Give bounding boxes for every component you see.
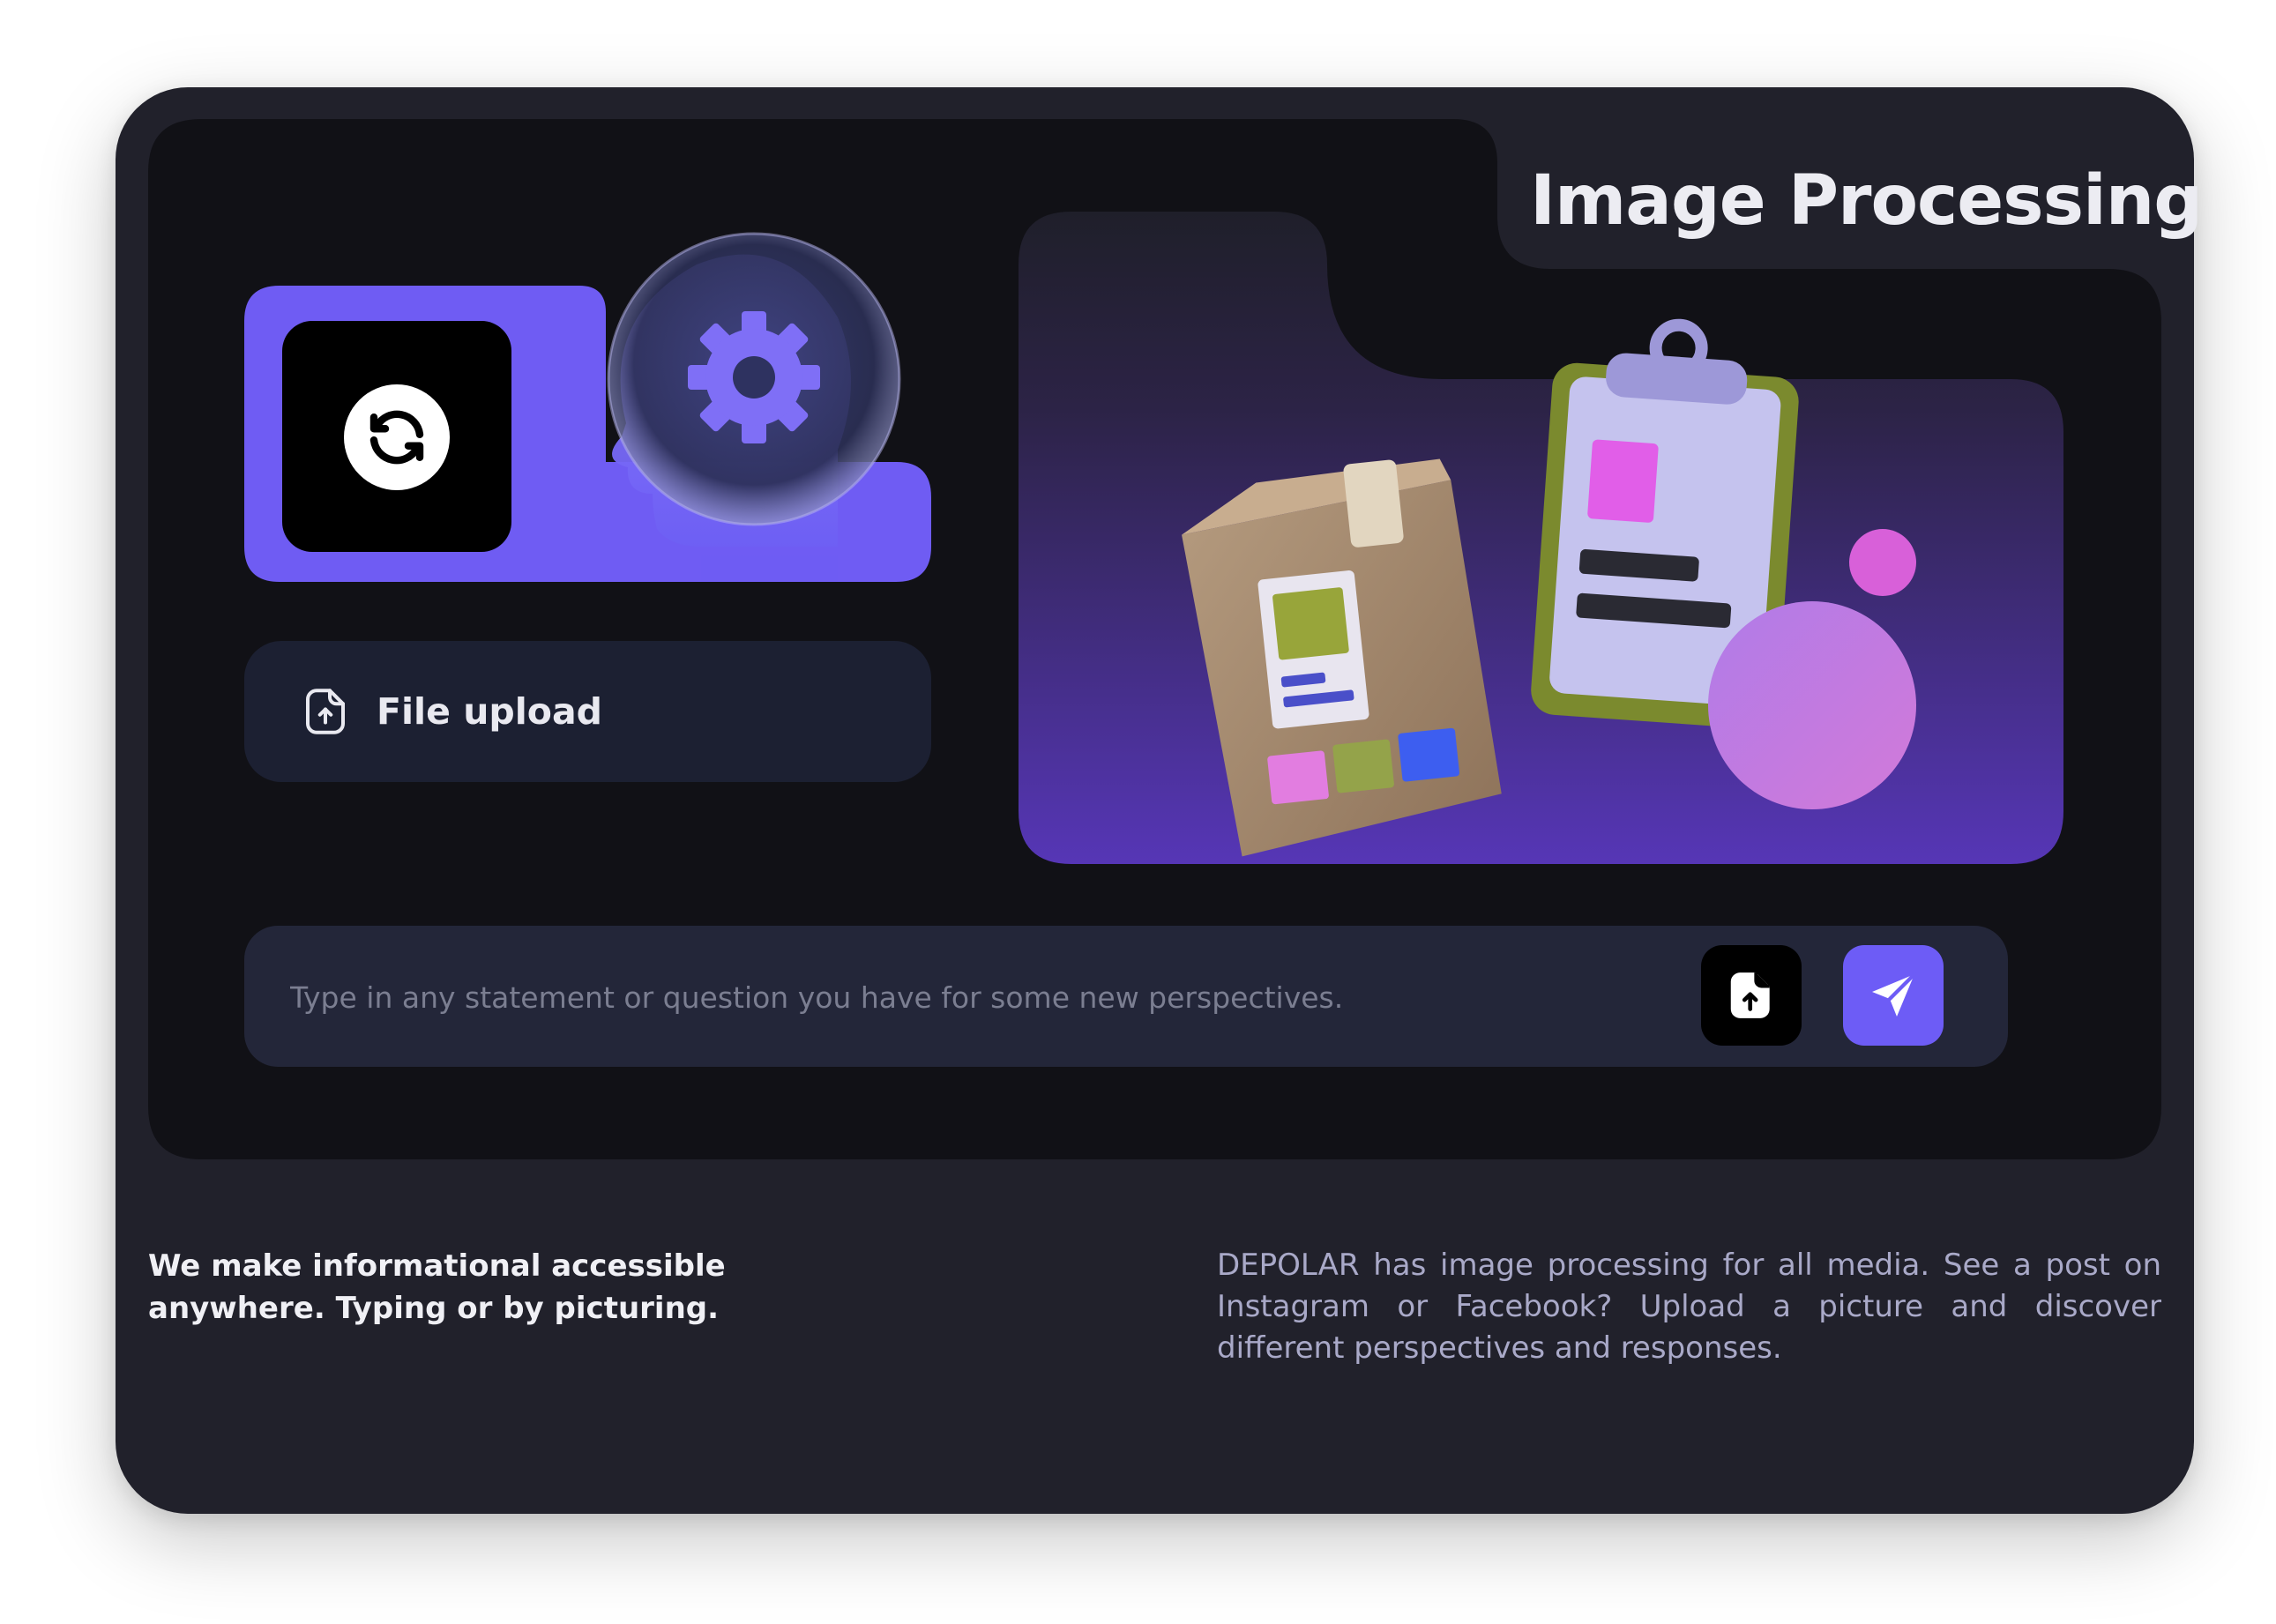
- file-upload-label: File upload: [377, 690, 602, 733]
- tagline-text: We make informational accessible anywher…: [148, 1248, 726, 1326]
- sync-button[interactable]: [282, 321, 511, 552]
- send-button[interactable]: [1843, 945, 1944, 1046]
- package-clipboard-illustration: [1019, 212, 2063, 864]
- prompt-bar: [244, 926, 2008, 1067]
- attach-file-button[interactable]: [1701, 945, 1802, 1046]
- file-upload-button[interactable]: File upload: [244, 641, 931, 782]
- file-attach-icon: [1730, 972, 1770, 1018]
- prompt-input[interactable]: [288, 961, 1703, 1033]
- sync-icon: [344, 384, 450, 490]
- send-icon: [1872, 972, 1917, 1017]
- description-text: DEPOLAR has image processing for all med…: [1217, 1248, 2161, 1366]
- file-upload-icon: [306, 689, 345, 734]
- ai-head-gear-icon: [607, 232, 901, 582]
